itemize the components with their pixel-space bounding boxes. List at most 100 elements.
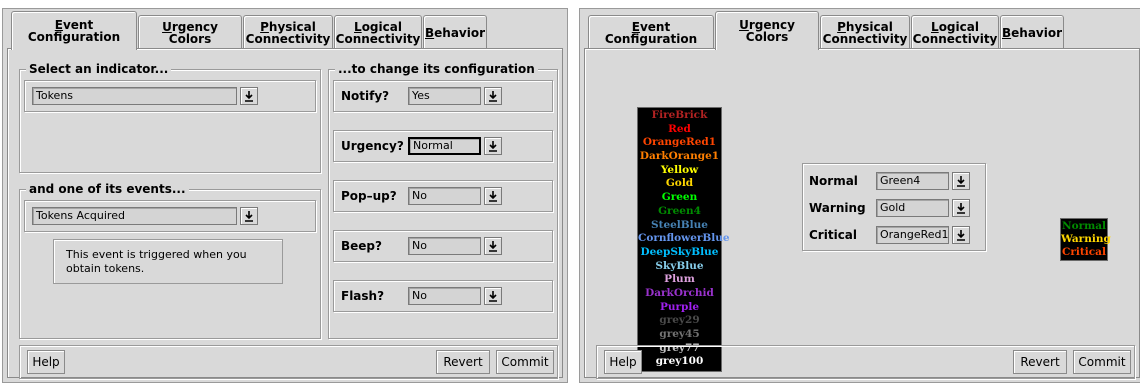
preview-normal: Normal [1061,220,1107,232]
notify-select-value[interactable]: Yes [408,87,481,105]
tab-label: rgency Colors [168,19,218,46]
palette-color-purple[interactable]: Purple [638,301,721,315]
urgency-label: Urgency? [341,139,404,153]
critical-color-value[interactable]: OrangeRed1 [876,226,949,244]
popup-row: Pop–up? No [333,180,553,212]
tab-logical-connectivity[interactable]: Logical Connectivity [334,15,422,49]
beep-row: Beep? No [333,230,553,262]
palette-color-darkorchid[interactable]: DarkOrchid [638,287,721,301]
dropdown-arrow-icon[interactable] [484,237,502,255]
popup-select[interactable]: No [408,187,502,205]
warning-color-select[interactable]: Gold [876,199,970,217]
dropdown-arrow-icon[interactable] [484,137,502,155]
palette-color-yellow[interactable]: Yellow [638,164,721,178]
event-configuration-window: Event Configuration Urgency Colors Physi… [2,8,568,383]
indicator-group: Select an indicator... Tokens [19,62,321,173]
tab-panel: FireBrick Red OrangeRed1 DarkOrange1 Yellow G… [584,48,1140,379]
dropdown-arrow-icon[interactable] [952,172,970,190]
indicator-group-title: Select an indicator... [26,62,172,76]
palette-color-orangered1[interactable]: OrangeRed1 [638,136,721,150]
warning-color-value[interactable]: Gold [876,199,949,217]
palette-color-skyblue[interactable]: SkyBlue [638,260,721,274]
tab-urgency-colors[interactable]: Urgency Colors [715,11,819,50]
help-button[interactable]: Help [604,350,642,374]
tab-label-line2: Connectivity [822,31,908,46]
flash-select-value[interactable]: No [408,287,481,305]
tab-physical-connectivity[interactable]: Physical Connectivity [243,15,333,49]
dropdown-arrow-icon[interactable] [240,207,258,225]
tab-behavior[interactable]: Behavior [1000,15,1064,49]
preview-warning: Warning [1061,233,1111,245]
configuration-group-title: ...to change its configuration [335,62,538,76]
tab-label-line2: Connectivity [245,31,331,46]
palette-color-plum[interactable]: Plum [638,273,721,287]
tab-event-configuration[interactable]: Event Configuration [588,15,714,49]
events-group: and one of its events... Tokens Acquired… [19,182,321,339]
tab-label: vent Configuration [604,19,698,46]
dropdown-arrow-icon[interactable] [484,287,502,305]
palette-color-green[interactable]: Green [638,191,721,205]
palette-color-steelblue[interactable]: SteelBlue [638,219,721,233]
flash-select[interactable]: No [408,287,502,305]
beep-label: Beep? [341,239,382,253]
flash-label: Flash? [341,289,385,303]
tab-behavior[interactable]: Behavior [423,15,487,49]
tab-mnemonic: B [1001,25,1012,40]
indicator-select[interactable]: Tokens [32,87,258,105]
critical-label: Critical [809,228,858,242]
tab-mnemonic: B [424,25,435,40]
palette-color-red[interactable]: Red [638,123,721,137]
normal-color-select[interactable]: Green4 [876,172,970,190]
commit-button[interactable]: Commit [1073,350,1131,374]
palette-color-grey45[interactable]: grey45 [638,328,721,342]
color-palette[interactable]: FireBrick Red OrangeRed1 DarkOrange1 Yellow G… [637,107,730,372]
tab-label-line2: Connectivity [335,31,421,46]
palette-color-deepskyblue[interactable]: DeepSkyBlue [638,246,721,260]
tab-urgency-colors[interactable]: Urgency Colors [138,15,242,49]
dropdown-arrow-icon[interactable] [484,87,502,105]
tab-event-configuration[interactable]: Event Configuration [11,11,137,50]
tab-label: ehavior [1011,25,1063,40]
preview-critical: Critical [1062,246,1106,258]
palette-color-gold[interactable]: Gold [638,177,721,191]
normal-label: Normal [809,174,858,188]
notify-select[interactable]: Yes [408,87,502,105]
dropdown-arrow-icon[interactable] [952,199,970,217]
help-button[interactable]: Help [27,350,65,374]
popup-label: Pop–up? [341,189,397,203]
urgency-select-value[interactable]: Normal [408,137,481,155]
urgency-select[interactable]: Normal [408,137,502,155]
palette-color-darkorange1[interactable]: DarkOrange1 [638,150,721,164]
palette-color-grey29[interactable]: grey29 [638,314,721,328]
critical-color-select[interactable]: OrangeRed1 [876,226,970,244]
notify-label: Notify? [341,89,390,103]
tab-logical-connectivity[interactable]: Logical Connectivity [911,15,999,49]
dropdown-arrow-icon[interactable] [240,87,258,105]
beep-select-value[interactable]: No [408,237,481,255]
dropdown-arrow-icon[interactable] [484,187,502,205]
normal-color-value[interactable]: Green4 [876,172,949,190]
tab-label: rgency Colors [745,18,795,44]
revert-button[interactable]: Revert [436,350,490,374]
urgency-row: Urgency? Normal [333,130,553,162]
tab-label-line2: Connectivity [912,31,998,46]
event-description: This event is triggered when you obtain … [53,239,283,284]
event-combo-frame: Tokens Acquired [24,200,316,232]
palette-color-green4[interactable]: Green4 [638,205,721,219]
event-select-value[interactable]: Tokens Acquired [32,207,237,225]
indicator-combo-frame: Tokens [24,80,316,112]
tab-physical-connectivity[interactable]: Physical Connectivity [820,15,910,49]
commit-button[interactable]: Commit [496,350,554,374]
palette-color-firebrick[interactable]: FireBrick [638,109,721,123]
indicator-select-value[interactable]: Tokens [32,87,237,105]
event-select[interactable]: Tokens Acquired [32,207,258,225]
beep-select[interactable]: No [408,237,502,255]
dropdown-arrow-icon[interactable] [952,226,970,244]
button-bar: Help Revert Commit [19,345,558,379]
events-group-title: and one of its events... [26,182,189,196]
revert-button[interactable]: Revert [1013,350,1067,374]
popup-select-value[interactable]: No [408,187,481,205]
palette-color-cornflowerblue[interactable]: CornflowerBlue [638,232,730,246]
urgency-colors-window: Event Configuration Urgency Colors Physi… [579,8,1140,383]
urgency-preview: Normal Warning Critical [1060,218,1111,261]
